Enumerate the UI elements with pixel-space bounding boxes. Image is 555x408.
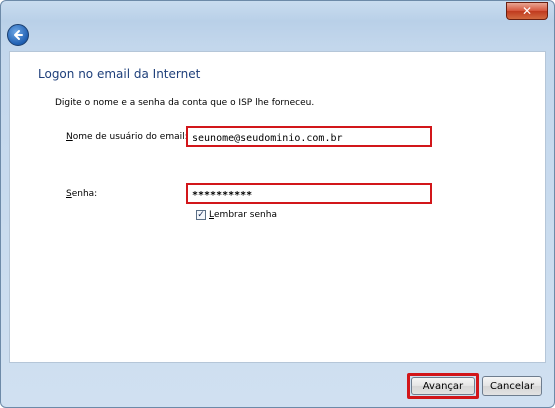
username-label-accesskey: N (66, 132, 73, 142)
username-label: Nome de usuário do email: (66, 132, 188, 142)
remember-label-text: embrar senha (214, 210, 277, 220)
password-label-text: enha: (71, 189, 98, 199)
username-input[interactable] (186, 126, 432, 147)
close-button[interactable]: ✕ (506, 2, 548, 20)
content-panel: Logon no email da Internet Digite o nome… (9, 51, 546, 363)
next-button[interactable]: Avançar (411, 377, 475, 395)
dialog-window: ✕ Logon no email da Internet Digite o no… (0, 0, 555, 408)
instruction-text: Digite o nome e a senha da conta que o I… (55, 98, 315, 108)
cancel-button[interactable]: Cancelar (482, 376, 542, 396)
page-title: Logon no email da Internet (38, 67, 201, 81)
checkbox-check-icon[interactable]: ✓ (196, 210, 206, 220)
remember-password-checkbox[interactable]: ✓ Lembrar senha (196, 210, 277, 220)
password-label: Senha: (66, 189, 97, 199)
back-button[interactable] (7, 24, 29, 46)
username-label-text: ome de usuário do email: (72, 132, 188, 142)
close-icon: ✕ (521, 4, 533, 18)
password-input[interactable] (186, 183, 432, 204)
back-arrow-icon (14, 30, 23, 40)
